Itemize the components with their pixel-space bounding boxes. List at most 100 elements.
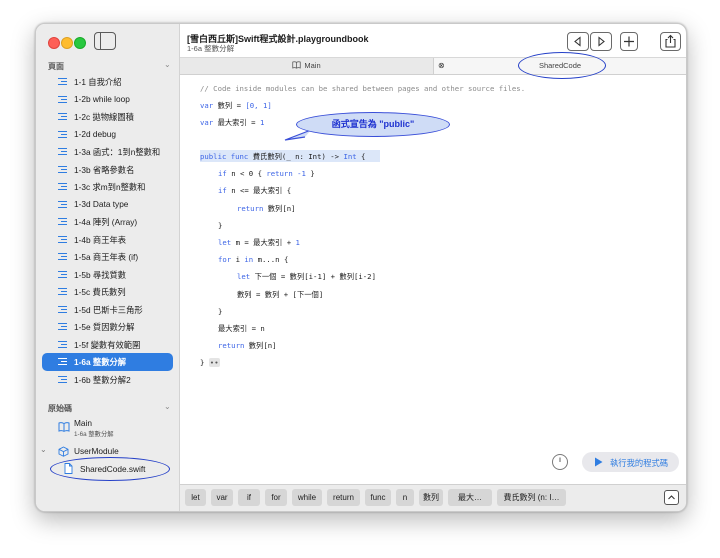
page-icon — [58, 113, 68, 121]
tab-sharedcode[interactable]: ⊗ SharedCode — [434, 52, 686, 79]
sidebar-page-item[interactable]: 1-1 自我介紹 — [42, 73, 173, 91]
shortcut-chip[interactable]: n — [396, 489, 414, 506]
chevron-up-icon — [668, 495, 675, 500]
play-icon — [595, 457, 603, 467]
shortcut-chip[interactable]: 費氏數列 (n: I… — [497, 489, 566, 506]
shortcut-chip[interactable]: while — [292, 489, 322, 506]
tab-main[interactable]: Main — [180, 58, 434, 74]
close-tab-icon[interactable]: ⊗ — [438, 58, 445, 74]
playgrounds-window: 頁面 ⌄ 1-1 自我介紹 1-2b while loop 1-2c 拋物線圖積 1-… — [35, 23, 687, 512]
sidebar-page-label: 1-5e 質因數分解 — [74, 322, 135, 332]
forward-button[interactable] — [590, 32, 612, 51]
sidebar-toggle-icon[interactable] — [94, 32, 116, 50]
source-item-main[interactable]: Main 1-6a 整數分解 — [42, 417, 173, 441]
code-line: if n < 0 { return -1 } — [218, 169, 315, 178]
add-button[interactable] — [620, 32, 638, 51]
sidebar-page-item[interactable]: 1-5b 尋找質數 — [42, 266, 173, 284]
run-code-button[interactable]: 執行我的程式碼 — [582, 452, 679, 472]
page-icon — [58, 235, 68, 244]
run-code-label: 執行我的程式碼 — [610, 458, 669, 468]
shortcut-chip[interactable]: for — [265, 489, 287, 506]
page-icon — [58, 183, 68, 191]
shortcut-chip[interactable]: func — [365, 489, 391, 506]
share-button[interactable] — [660, 32, 681, 51]
code-line: let m = 最大索引 + 1 — [218, 238, 300, 247]
zoom-window-button[interactable] — [74, 37, 86, 49]
chevron-down-icon[interactable]: ⌄ — [40, 445, 47, 454]
shortcut-chip[interactable]: 最大… — [448, 489, 492, 506]
source-item-main-label: Main — [74, 418, 92, 428]
sidebar-page-label: 1-3d Data type — [74, 198, 129, 209]
book-icon — [292, 61, 301, 69]
cube-icon — [58, 446, 69, 457]
sidebar-page-label: 1-1 自我介紹 — [74, 77, 122, 87]
highlight-ellipse — [518, 52, 606, 79]
chevron-down-icon[interactable]: ⌄ — [164, 60, 171, 69]
sidebar-page-item[interactable]: 1-2b while loop — [42, 91, 173, 109]
page-icon — [58, 375, 68, 384]
sidebar-page-item[interactable]: 1-5d 巴斯卡三角形 — [42, 301, 173, 319]
sidebar-page-label: 1-6b 整數分解2 — [74, 374, 131, 385]
plus-icon — [624, 36, 634, 47]
sidebar-page-item[interactable]: 1-3d Data type — [42, 196, 173, 214]
code-line: } •• — [200, 358, 220, 367]
collapse-keyboard-button[interactable] — [664, 490, 679, 505]
sidebar-page-item[interactable]: 1-5f 變數有效範圍 — [42, 336, 173, 354]
sidebar-page-item[interactable]: 1-2c 拋物線圖積 — [42, 108, 173, 126]
page-icon — [58, 288, 68, 296]
pages-section-header: 頁面 — [48, 62, 64, 71]
sidebar-page-label: 1-3a 函式：1到n整數和 — [74, 147, 161, 157]
shortcut-chip[interactable]: return — [327, 489, 360, 506]
document-subtitle: 1-6a 整數分解 — [187, 44, 235, 53]
sidebar-page-label: 1-5c 費氏數列 — [74, 287, 126, 297]
sidebar-page-item[interactable]: 1-5a 商王年表 (if) — [42, 248, 173, 266]
sidebar-page-item[interactable]: 1-4b 商王年表 — [42, 231, 173, 249]
sidebar-page-item[interactable]: 1-2d debug — [42, 126, 173, 144]
speedometer-icon[interactable] — [551, 453, 569, 471]
sidebar-page-item[interactable]: 1-3a 函式：1到n整數和 — [42, 143, 173, 161]
highlight-ellipse — [50, 457, 170, 481]
shortcut-bar: let var if for while return func n 數列 最大… 費氏數列 (n:… — [180, 484, 686, 511]
code-line: let 下一個 = 數列[i-1] + 數列[i-2] — [237, 272, 376, 281]
page-icon — [58, 323, 68, 331]
page-icon — [58, 305, 68, 314]
code-line: var 數列 = [0, 1] — [200, 101, 272, 110]
main-area: [雪白西丘斯]Swift程式設計.playgroundbook 1-6a 整數分… — [180, 24, 686, 511]
sidebar-page-item[interactable]: 1-5c 費氏數列 — [42, 283, 173, 301]
minimize-window-button[interactable] — [61, 37, 73, 49]
page-icon — [58, 253, 68, 261]
shortcut-chip[interactable]: let — [185, 489, 206, 506]
sidebar-page-item[interactable]: 1-6a 整數分解 — [42, 353, 173, 371]
back-button[interactable] — [567, 32, 589, 51]
shortcut-chip[interactable]: 數列 — [419, 489, 443, 506]
code-line: } — [218, 221, 223, 230]
share-icon — [665, 34, 676, 48]
code-line: return 數列[n] — [218, 341, 277, 350]
shortcut-chip[interactable]: if — [238, 489, 260, 506]
page-icon — [58, 148, 68, 156]
sidebar-page-item[interactable]: 1-3b 省略參數名 — [42, 161, 173, 179]
code-line: // Code inside modules can be shared bet… — [200, 84, 526, 93]
annotation-callout: 函式宣告為 "public" — [296, 112, 450, 137]
code-line: 數列 = 數列 + [下一個] — [237, 290, 324, 299]
code-line: var 最大索引 = 1 — [200, 118, 265, 127]
page-icon — [58, 270, 68, 279]
sidebar-page-item[interactable]: 1-4a 陣列 (Array) — [42, 213, 173, 231]
page-icon — [58, 78, 68, 86]
triangle-left-icon — [574, 36, 581, 47]
sidebar-page-label: 1-3c 求m到n整數和 — [74, 182, 146, 192]
sidebar-page-item[interactable]: 1-5e 質因數分解 — [42, 318, 173, 336]
sidebar-page-item[interactable]: 1-3c 求m到n整數和 — [42, 178, 173, 196]
page-icon — [58, 200, 68, 209]
file-item-sharedcode[interactable]: SharedCode.swift — [42, 457, 173, 481]
fold-indicator[interactable]: •• — [208, 358, 220, 367]
sidebar-page-label: 1-5a 商王年表 (if) — [74, 252, 139, 262]
shortcut-chip[interactable]: var — [211, 489, 233, 506]
sidebar-page-label: 1-2d debug — [74, 128, 116, 139]
close-window-button[interactable] — [48, 37, 60, 49]
chevron-down-icon[interactable]: ⌄ — [164, 402, 171, 411]
source-section-header: 原始碼 — [48, 404, 72, 413]
triangle-right-icon — [598, 36, 605, 47]
sidebar-page-item[interactable]: 1-6b 整數分解2 — [42, 371, 173, 389]
sidebar-page-label: 1-5f 變數有效範圍 — [74, 339, 141, 350]
